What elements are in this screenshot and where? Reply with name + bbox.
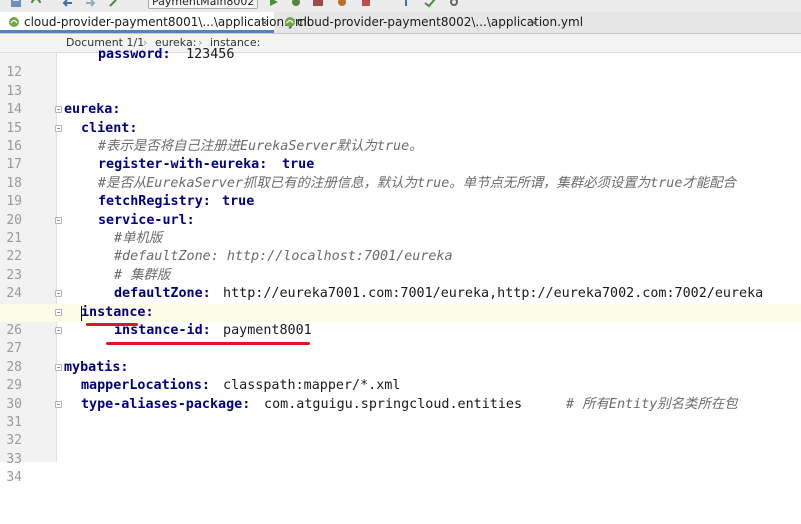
yaml-value: true: [214, 194, 255, 210]
code-line-15: 15 eureka:: [0, 101, 801, 135]
code-line-32: 32: [0, 414, 801, 448]
tab-label: cloud-provider-payment8002\...\applicati…: [297, 15, 584, 29]
yaml-comment: #单机版: [114, 231, 163, 246]
vcs-commit-icon[interactable]: [424, 0, 436, 8]
yaml-comment: #表示是否将自己注册进EurekaServer默认为true。: [98, 139, 423, 154]
fold-icon[interactable]: [55, 106, 62, 114]
code-line-18: 18 register-with-eureka: true: [0, 156, 801, 190]
fold-icon[interactable]: [55, 216, 62, 224]
vcs-update-icon[interactable]: [400, 0, 412, 8]
code-line-14: 14: [0, 83, 801, 117]
yaml-comment: #defaultZone: http://localhost:7001/eure…: [114, 249, 453, 265]
yaml-comment: # 所有Entity别名类所在包: [566, 396, 738, 412]
code-line-17: 17 #表示是否将自己注册进EurekaServer默认为true。: [0, 138, 801, 172]
code-line-33: 33: [0, 432, 801, 467]
code-line-29: 29 mybatis:: [0, 359, 801, 393]
code-line-19: 19 #是否从EurekaServer抓取已有的注册信息，默认为true。单节点…: [0, 175, 801, 209]
close-tab-icon[interactable]: ×: [260, 12, 269, 33]
back-arrow-icon[interactable]: [62, 0, 74, 8]
yaml-comment: #是否从EurekaServer抓取已有的注册信息，默认为true。单节点无所谓…: [98, 175, 736, 191]
code-editor[interactable]: 12 password: 123456 13 14 15 eureka: 16 …: [0, 47, 801, 485]
code-line-22: 22 #单机版: [0, 230, 801, 264]
tab-payment8001-application-yml[interactable]: cloud-provider-payment8001\...\applicati…: [0, 12, 310, 33]
save-icon[interactable]: [10, 0, 22, 8]
code-line-30: 30 mapperLocations: classpath:mapper/*.x…: [0, 377, 801, 411]
yaml-value: 123456: [178, 47, 235, 62]
editor-tab-bar: cloud-provider-payment8001\...\applicati…: [0, 12, 801, 34]
settings-icon[interactable]: [448, 0, 460, 8]
yaml-key: defaultZone:: [114, 286, 211, 302]
code-line-12: 12 password: 123456: [0, 46, 801, 80]
code-line-26: 26 instance:: [0, 303, 801, 338]
code-line-13: 13: [0, 64, 801, 99]
yaml-key: type-aliases-package:: [81, 396, 251, 412]
fold-icon[interactable]: [55, 124, 62, 132]
yaml-value: true: [274, 157, 315, 173]
fold-icon[interactable]: [55, 363, 62, 371]
text-caret: [81, 305, 82, 321]
yaml-key: eureka:: [64, 102, 121, 118]
coverage-icon[interactable]: [312, 0, 324, 8]
fold-icon[interactable]: [55, 400, 62, 408]
yml-file-icon: [285, 17, 295, 27]
yaml-key: mapperLocations:: [81, 378, 210, 394]
red-underline-annotation: [106, 342, 310, 345]
yaml-key: register-with-eureka:: [98, 157, 268, 173]
yaml-value: http://eureka7001.com:7001/eureka,http:/…: [215, 286, 764, 302]
yaml-key: instance:: [81, 304, 154, 320]
code-line-25: 25 defaultZone: http://eureka7001.com:70…: [0, 285, 801, 319]
tab-payment8002-application-yml[interactable]: cloud-provider-payment8002\...\applicati…: [276, 12, 583, 33]
debug-icon[interactable]: [290, 0, 302, 8]
yaml-value: com.atguigu.springcloud.entities: [256, 396, 523, 412]
yaml-key: password:: [98, 47, 171, 62]
sync-icon[interactable]: [30, 0, 42, 8]
profile-icon[interactable]: [336, 0, 348, 8]
line-number: 34: [6, 470, 22, 486]
code-line-16: 16 client:: [0, 120, 801, 154]
code-line-20: 20 fetchRegistry: true: [0, 193, 801, 227]
run-configuration-select[interactable]: PaymentMain8002: [148, 0, 258, 9]
yml-file-icon: [9, 17, 19, 27]
code-line-23: 23 #defaultZone: http://localhost:7001/e…: [0, 248, 801, 282]
yaml-value: classpath:mapper/*.xml: [215, 378, 401, 394]
close-tab-icon[interactable]: ×: [529, 12, 538, 33]
forward-arrow-icon[interactable]: [84, 0, 96, 8]
run-icon[interactable]: [268, 0, 280, 8]
code-line-21: 21 service-url:: [0, 212, 801, 246]
yaml-value: payment8001: [215, 323, 312, 338]
yaml-key: client:: [81, 120, 138, 136]
fold-icon[interactable]: [55, 308, 62, 316]
fold-icon[interactable]: [55, 327, 62, 334]
stop-icon[interactable]: [360, 0, 372, 8]
yaml-key: fetchRegistry:: [98, 194, 211, 210]
red-underline-annotation: [86, 323, 138, 326]
fold-icon[interactable]: [55, 290, 62, 298]
code-line-31: 31 type-aliases-package: com.atguigu.spr…: [0, 396, 801, 430]
yaml-key: service-url:: [98, 212, 195, 228]
yaml-key: mybatis:: [64, 359, 129, 375]
code-line-34: 34: [0, 451, 801, 485]
code-line-24: 24 # 集群版: [0, 267, 801, 301]
yaml-comment: # 集群版: [114, 267, 171, 283]
build-icon[interactable]: [108, 0, 120, 8]
